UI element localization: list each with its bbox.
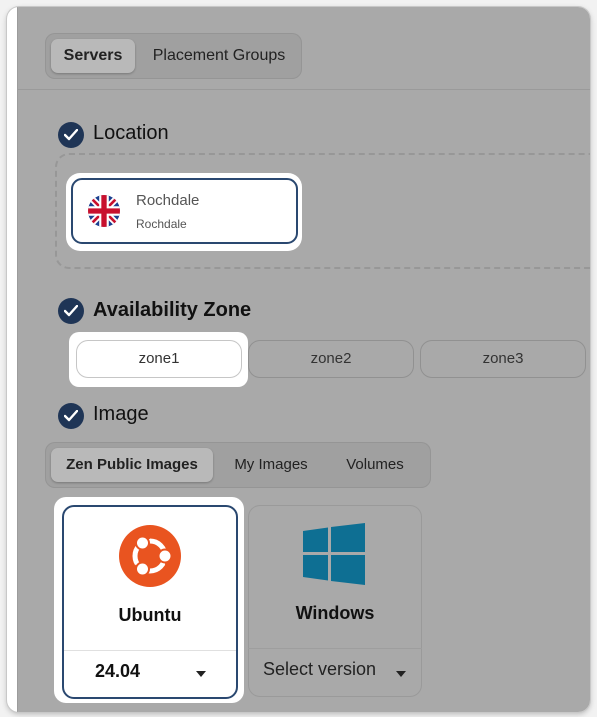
availability-zone-title: Availability Zone [93,299,252,321]
tab-zen-public-images[interactable]: Zen Public Images [51,448,213,482]
location-option-rochdale[interactable]: Rochdale Rochdale [71,178,298,244]
location-check-icon [58,122,84,148]
uk-flag-icon [88,195,120,227]
image-card-windows[interactable]: Windows Select version [248,505,422,697]
availability-zone-check-icon [58,298,84,324]
tab-volumes[interactable]: Volumes [327,448,423,482]
image-name-windows: Windows [295,603,375,623]
chevron-down-icon[interactable] [396,671,406,677]
location-card-highlight: Rochdale Rochdale [66,173,302,251]
header-divider [18,89,590,90]
image-check-icon [58,403,84,429]
location-title: Location [93,122,169,144]
windows-logo-icon [303,523,365,585]
zone-option-zone2[interactable]: zone2 [248,340,414,378]
chevron-down-icon[interactable] [196,671,206,677]
ubuntu-logo-icon [119,525,181,587]
image-name-ubuntu: Ubuntu [118,605,182,625]
app-window: Servers Placement Groups Location Rochda… [7,7,590,712]
tab-servers[interactable]: Servers [51,39,135,73]
server-type-tabs: Servers Placement Groups [45,33,302,79]
server-config-panel: Servers Placement Groups Location Rochda… [17,7,590,712]
card-divider [248,648,422,649]
location-subtitle: Rochdale [136,217,187,231]
image-source-tabs: Zen Public Images My Images Volumes [45,442,431,488]
tab-placement-groups[interactable]: Placement Groups [141,39,297,73]
tab-my-images[interactable]: My Images [219,448,323,482]
windows-version-select[interactable]: Select version [263,659,376,680]
image-card-ubuntu[interactable]: Ubuntu 24.04 [62,505,238,699]
card-divider [64,650,236,651]
ubuntu-version-select[interactable]: 24.04 [95,661,140,682]
image-title: Image [93,403,149,425]
zone-option-zone3[interactable]: zone3 [420,340,586,378]
zone-option-zone1[interactable]: zone1 [76,340,242,378]
location-name: Rochdale [136,192,200,209]
